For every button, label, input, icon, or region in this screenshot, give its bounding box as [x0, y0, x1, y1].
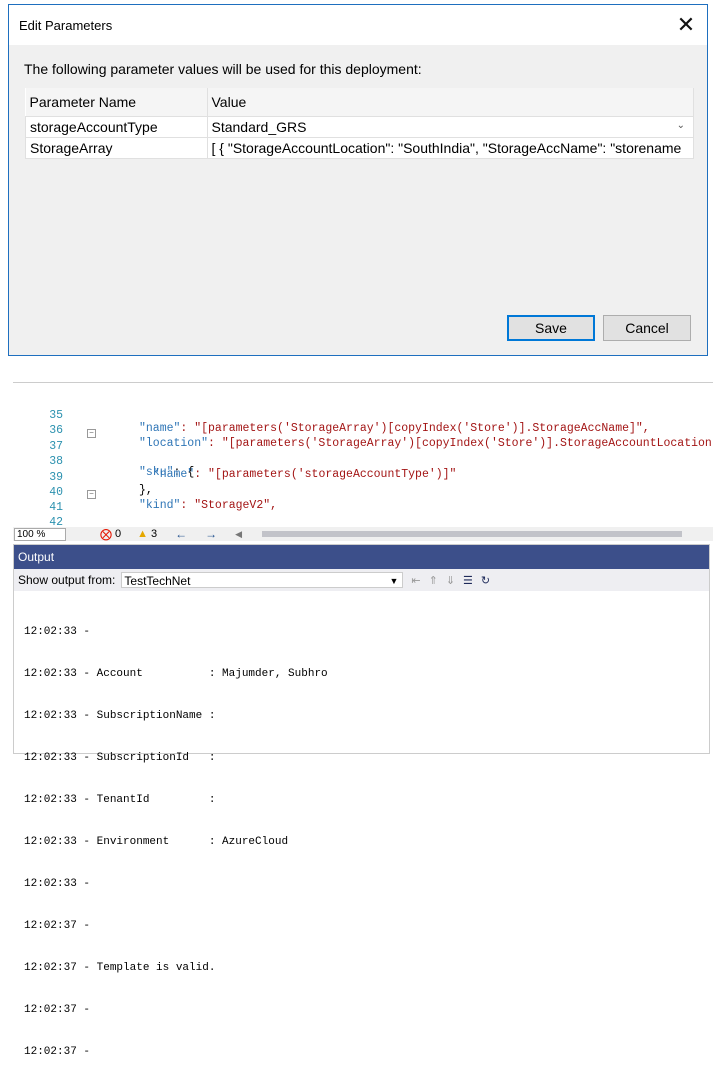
- param-name-cell: storageAccountType: [25, 116, 208, 138]
- edit-parameters-dialog: Edit Parameters ✕ The following paramete…: [8, 4, 708, 356]
- param-name-cell: StorageArray: [25, 137, 208, 159]
- save-button[interactable]: Save: [507, 315, 595, 341]
- output-line: 12:02:33 - SubscriptionName :: [24, 710, 216, 722]
- param-value-text: Standard_GRS: [211, 119, 307, 135]
- parameter-grid: Parameter Name Value storageAccountType …: [25, 88, 694, 159]
- chevron-down-icon[interactable]: ⌄: [677, 120, 685, 131]
- table-row: StorageArray [ { "StorageAccountLocation…: [25, 137, 694, 159]
- output-title: Output: [14, 545, 709, 569]
- output-line: 12:02:37 - Template is valid.: [24, 962, 216, 974]
- output-line: 12:02:33 -: [24, 878, 91, 890]
- dialog-instruction: The following parameter values will be u…: [24, 61, 422, 77]
- code-line: 41 − "properties": {: [13, 488, 713, 528]
- next-message-icon[interactable]: ⇓: [446, 574, 455, 587]
- output-line: 12:02:33 - TenantId :: [24, 794, 216, 806]
- show-output-label: Show output from:: [18, 573, 116, 587]
- dropdown-arrow-icon[interactable]: ▼: [389, 573, 398, 589]
- arrow-right-icon[interactable]: →: [205, 527, 217, 541]
- dialog-title: Edit Parameters: [19, 18, 113, 33]
- output-line: 12:02:33 -: [24, 626, 91, 638]
- output-line: 12:02:37 -: [24, 1046, 91, 1058]
- editor-status-bar: 100 % ⨂ 0 ▲ 3 ← → ◀: [13, 527, 713, 541]
- param-value-dropdown[interactable]: Standard_GRS ⌄: [206, 116, 694, 138]
- code-line: 38 "name": "[parameters('storageAccountT…: [13, 442, 713, 481]
- code-line: 39 },: [13, 458, 713, 497]
- output-panel: Output Show output from: TestTechNet ▼ ⇤…: [13, 544, 710, 1058]
- output-source-dropdown[interactable]: TestTechNet ▼: [121, 572, 404, 589]
- output-line: 12:02:33 - Environment : AzureCloud: [24, 836, 289, 848]
- table-row: storageAccountType Standard_GRS ⌄: [25, 116, 694, 138]
- output-text: 12:02:33 - 12:02:33 - Account : Majumder…: [24, 597, 328, 1087]
- collapse-icon[interactable]: −: [87, 490, 96, 499]
- error-icon[interactable]: ⨂: [100, 527, 112, 541]
- code-line: 37 − "sku": {: [13, 427, 713, 479]
- zoom-dropdown[interactable]: 100 %: [14, 527, 66, 541]
- clear-all-icon[interactable]: ☰: [463, 574, 473, 587]
- column-header-value: Value: [207, 88, 694, 117]
- close-icon[interactable]: ✕: [671, 11, 701, 39]
- previous-message-icon[interactable]: ⇑: [429, 574, 438, 587]
- code-line: 42 }: [13, 503, 713, 528]
- output-toolbar: Show output from: TestTechNet ▼ ⇤ ⇑ ⇓ ☰ …: [14, 569, 709, 591]
- code-editor[interactable]: 35 "name": "[parameters('StorageArray')[…: [13, 382, 713, 528]
- code-line: 35 "name": "[parameters('StorageArray')[…: [13, 396, 713, 435]
- warning-count: 3: [151, 528, 158, 540]
- scroll-left-icon[interactable]: ◀: [235, 529, 242, 540]
- arrow-left-icon[interactable]: ←: [175, 527, 187, 541]
- output-line: 12:02:33 - SubscriptionId :: [24, 752, 216, 764]
- output-line: 12:02:37 -: [24, 1004, 91, 1016]
- cancel-button[interactable]: Cancel: [603, 315, 691, 341]
- collapse-icon[interactable]: −: [87, 429, 96, 438]
- horizontal-scrollbar[interactable]: [262, 531, 683, 537]
- output-source-value: TestTechNet: [124, 574, 191, 588]
- word-wrap-icon[interactable]: ↻: [481, 574, 490, 587]
- find-message-icon[interactable]: ⇤: [411, 574, 420, 587]
- code-line: 40 "kind": "StorageV2",: [13, 473, 713, 512]
- param-value-input[interactable]: [ { "StorageAccountLocation": "SouthIndi…: [206, 137, 694, 159]
- warning-icon[interactable]: ▲: [137, 528, 148, 540]
- code-line: 36 "location": "[parameters('StorageArra…: [13, 411, 713, 450]
- output-line: 12:02:33 - Account : Majumder, Subhro: [24, 668, 328, 680]
- column-header-parameter-name: Parameter Name: [25, 88, 208, 117]
- dialog-titlebar: Edit Parameters ✕: [9, 5, 707, 45]
- output-line: 12:02:37 -: [24, 920, 91, 932]
- error-count: 0: [115, 528, 122, 540]
